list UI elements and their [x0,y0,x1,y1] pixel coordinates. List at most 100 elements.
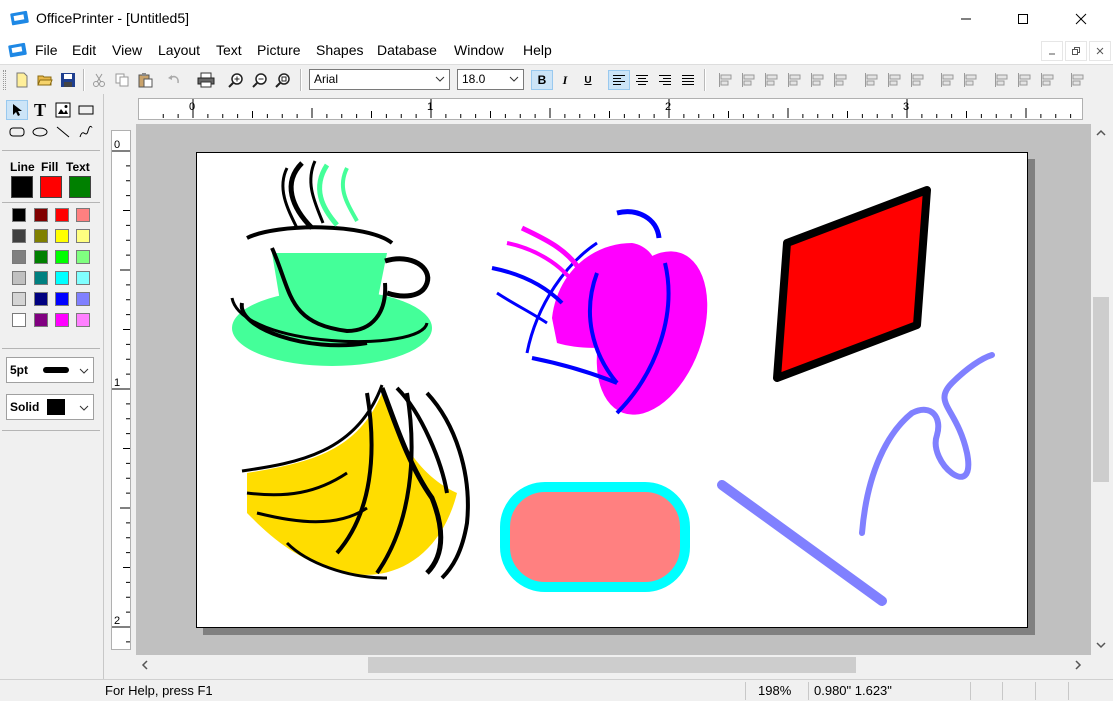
line-style-select[interactable]: Solid [6,394,94,420]
rounded-rect-tool[interactable] [6,122,28,142]
zoom-in-button[interactable] [226,70,246,90]
red-parallelogram[interactable] [773,186,931,382]
line-tool[interactable] [52,122,74,142]
ellipse-tool[interactable] [29,122,51,142]
rounded-rectangle[interactable] [500,482,690,592]
palette-swatch[interactable] [55,208,69,222]
palette-swatch[interactable] [55,292,69,306]
palette-swatch[interactable] [12,292,26,306]
vertical-scroll-thumb[interactable] [1093,297,1109,482]
palette-swatch[interactable] [34,313,48,327]
tipped-cup-clipart[interactable] [491,209,728,430]
palette-swatch[interactable] [55,229,69,243]
underline-button[interactable]: U [577,70,599,90]
scroll-up-icon[interactable] [1095,128,1107,138]
palette-swatch[interactable] [55,250,69,264]
palette-swatch[interactable] [76,229,90,243]
menu-edit[interactable]: Edit [72,42,96,58]
font-size-select[interactable]: 18.0 [457,69,524,90]
palette-swatch[interactable] [76,271,90,285]
show-grid-button[interactable] [1068,70,1088,90]
bold-button[interactable]: B [531,70,553,90]
diagonal-line[interactable] [717,480,887,606]
copy-button[interactable] [112,70,132,90]
paste-button[interactable] [135,70,155,90]
freehand-curve[interactable] [859,352,995,536]
menu-database[interactable]: Database [377,42,437,58]
palette-swatch[interactable] [76,313,90,327]
freehand-tool[interactable] [75,122,97,142]
menu-layout[interactable]: Layout [158,42,200,58]
same-height-button[interactable] [1015,70,1035,90]
palette-swatch[interactable] [76,208,90,222]
scroll-left-icon[interactable] [140,659,150,671]
palette-swatch[interactable] [12,271,26,285]
align-left-button[interactable] [608,70,630,90]
menu-window[interactable]: Window [454,42,504,58]
same-size-button[interactable] [1038,70,1058,90]
palette-swatch[interactable] [55,313,69,327]
same-width-button[interactable] [992,70,1012,90]
palette-swatch[interactable] [34,250,48,264]
align-tops-button[interactable] [762,70,782,90]
vertical-scrollbar[interactable] [1091,124,1111,655]
zoom-out-button[interactable] [250,70,270,90]
horizontal-scroll-thumb[interactable] [368,657,856,673]
palette-swatch[interactable] [76,250,90,264]
maximize-button[interactable] [1000,0,1046,38]
text-color-swatch[interactable] [69,176,91,198]
palette-swatch[interactable] [12,313,26,327]
justify-button[interactable] [677,70,699,90]
center-page-horizontal-button[interactable] [862,70,882,90]
document-page[interactable] [196,152,1028,628]
align-right-button[interactable] [654,70,676,90]
line-color-swatch[interactable] [11,176,33,198]
menu-help[interactable]: Help [523,42,552,58]
new-button[interactable] [12,70,32,90]
undo-button[interactable] [164,70,184,90]
align-center-button[interactable] [631,70,653,90]
scroll-right-icon[interactable] [1073,659,1083,671]
palette-swatch[interactable] [34,229,48,243]
toolbar-grip[interactable] [3,70,6,90]
bananas-clipart[interactable] [241,384,470,580]
scroll-down-icon[interactable] [1095,640,1107,650]
zoom-page-button[interactable] [273,70,293,90]
space-horizontal-button[interactable] [938,70,958,90]
document-icon[interactable] [8,42,28,58]
menu-file[interactable]: File [35,42,58,58]
font-name-select[interactable]: Arial [309,69,450,90]
cut-button[interactable] [89,70,109,90]
text-tool[interactable]: T [29,100,51,120]
canvas-area[interactable] [136,124,1091,655]
align-lefts-button[interactable] [716,70,736,90]
menu-view[interactable]: View [112,42,142,58]
mdi-minimize-button[interactable] [1041,41,1063,61]
palette-swatch[interactable] [34,208,48,222]
center-page-button[interactable] [908,70,928,90]
mdi-close-button[interactable] [1089,41,1111,61]
coffee-cup-clipart[interactable] [230,160,432,366]
palette-swatch[interactable] [12,208,26,222]
palette-swatch[interactable] [76,292,90,306]
palette-swatch[interactable] [12,250,26,264]
align-rights-button[interactable] [739,70,759,90]
open-button[interactable] [35,70,55,90]
center-horizontal-button[interactable] [808,70,828,90]
mdi-restore-button[interactable] [1065,41,1087,61]
minimize-button[interactable] [943,0,989,38]
palette-swatch[interactable] [55,271,69,285]
line-width-select[interactable]: 5pt [6,357,94,383]
save-button[interactable] [58,70,78,90]
center-vertical-button[interactable] [831,70,851,90]
palette-swatch[interactable] [34,292,48,306]
close-button[interactable] [1058,0,1104,38]
fill-color-swatch[interactable] [40,176,62,198]
align-bottoms-button[interactable] [785,70,805,90]
menu-picture[interactable]: Picture [257,42,301,58]
center-page-vertical-button[interactable] [885,70,905,90]
palette-swatch[interactable] [34,271,48,285]
menu-shapes[interactable]: Shapes [316,42,363,58]
space-vertical-button[interactable] [961,70,981,90]
menu-text[interactable]: Text [216,42,242,58]
